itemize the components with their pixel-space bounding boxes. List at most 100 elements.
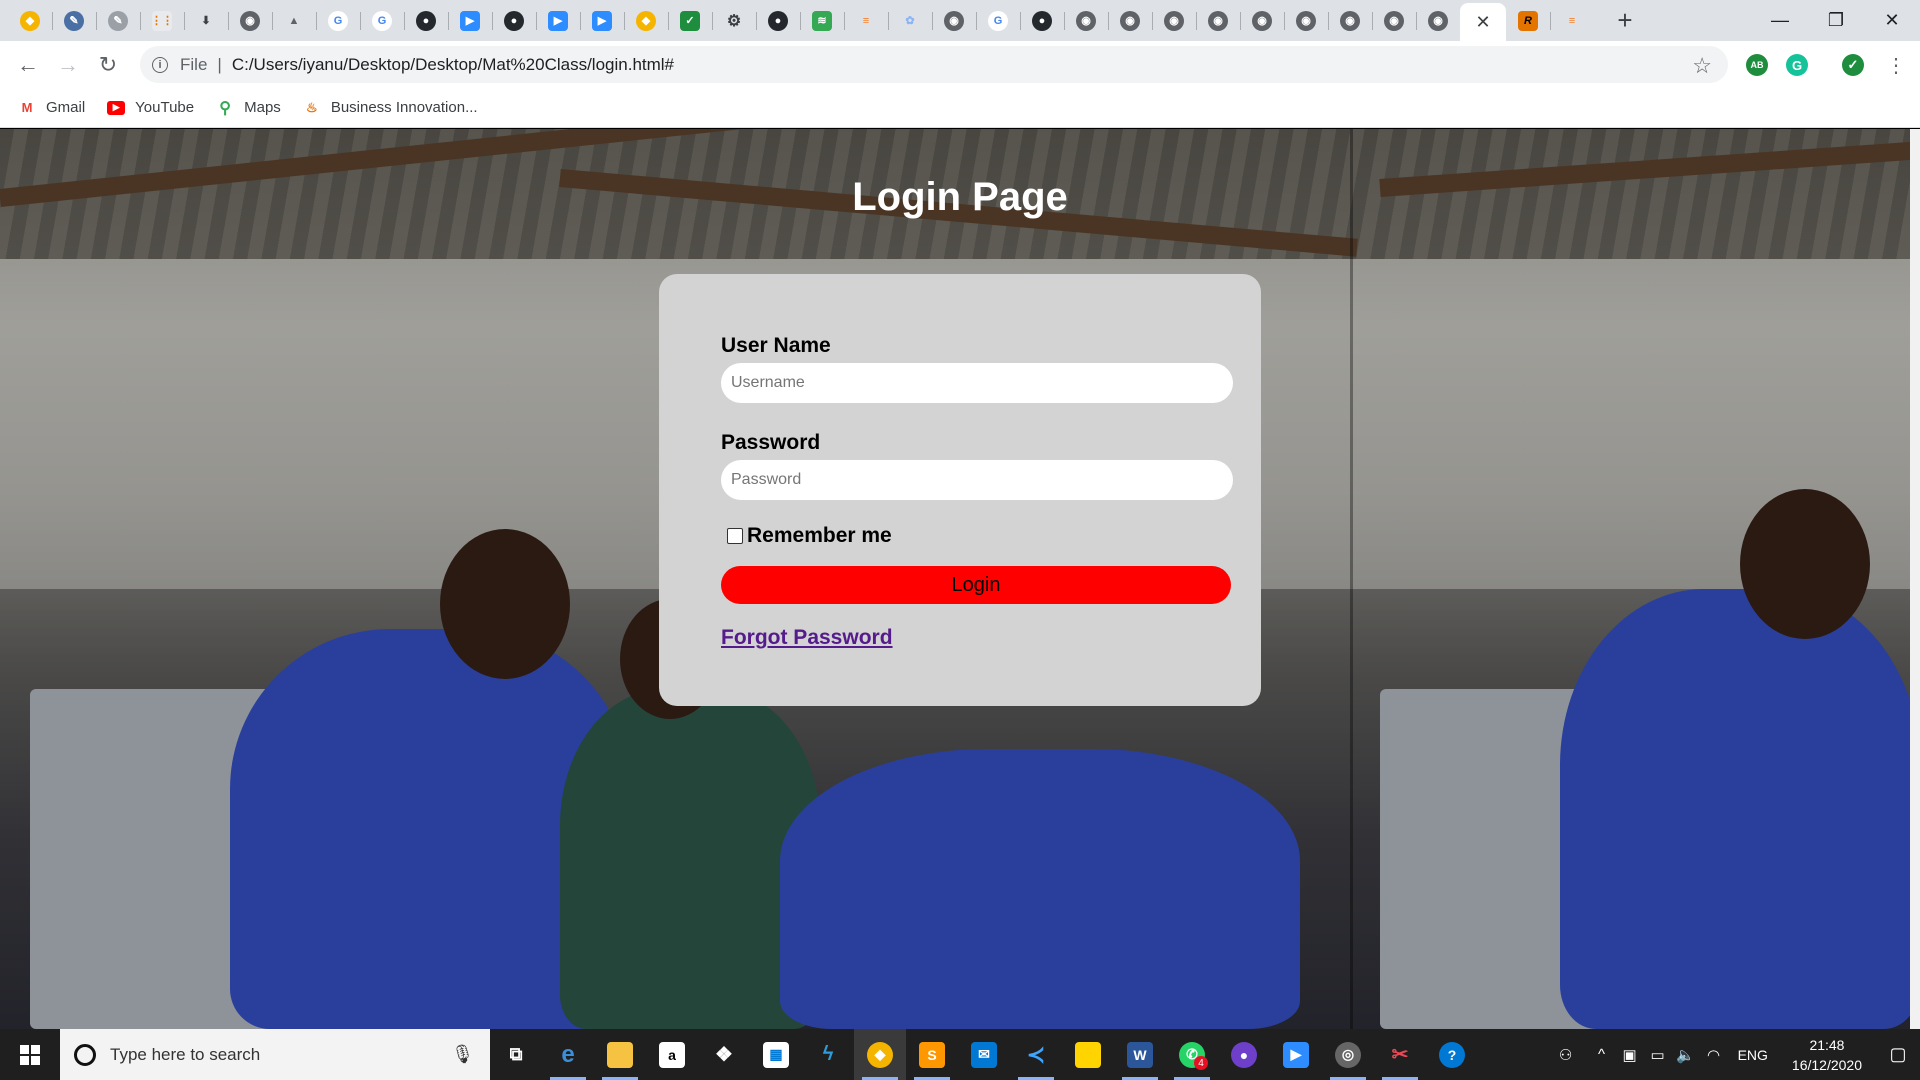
notifications-icon[interactable]: ▢ [1876,1044,1920,1065]
mail-icon[interactable]: ✉ [958,1029,1010,1080]
store-icon[interactable]: ▦ [750,1029,802,1080]
tab[interactable]: ◉ [1372,0,1416,41]
task-view-icon[interactable]: ⧉ [490,1029,542,1080]
battery-icon[interactable]: ▭ [1644,1046,1672,1064]
bookmark-label: YouTube [135,99,195,116]
tab[interactable]: ⬇ [184,0,228,41]
reload-icon[interactable]: ↻ [88,45,128,85]
bookmark-star-icon[interactable]: ☆ [1692,53,1712,79]
wifi-icon[interactable]: ◠ [1700,1046,1728,1064]
address-bar[interactable]: i File | C:/Users/iyanu/Desktop/Desktop/… [140,46,1728,83]
tab[interactable]: G [360,0,404,41]
security-icon[interactable]: ▣ [1616,1046,1644,1064]
page-scrollbar[interactable] [1910,129,1920,1029]
vscode-icon[interactable]: ≺ [1010,1029,1062,1080]
tab[interactable]: ◉ [1328,0,1372,41]
bookmark-youtube[interactable]: ▶ YouTube [107,99,194,116]
forward-icon[interactable]: → [48,45,88,85]
tab[interactable]: ✓ [668,0,712,41]
tab[interactable]: ◉ [1064,0,1108,41]
login-button[interactable]: Login [721,566,1231,604]
username-input[interactable]: Username [721,363,1233,403]
forgot-password-link[interactable]: Forgot Password [721,626,893,650]
tab[interactable]: ● [756,0,800,41]
browser-menu-icon[interactable]: ⋮ [1876,45,1916,85]
people-icon[interactable]: ⚇ [1552,1046,1580,1064]
tab[interactable]: ◉ [1240,0,1284,41]
bookmark-business-innovation[interactable]: ♨ Business Innovation... [303,99,478,116]
tab[interactable]: ◆ [8,0,52,41]
word-icon[interactable]: W [1114,1029,1166,1080]
tab[interactable]: ⋮⋮ [140,0,184,41]
tab[interactable]: ▶ [448,0,492,41]
maximize-button[interactable]: ❐ [1808,0,1864,41]
tab[interactable]: ▲ [272,0,316,41]
adblock-icon[interactable]: AB [1746,54,1768,76]
edge-icon[interactable]: e [542,1029,594,1080]
tab[interactable]: G [976,0,1020,41]
remember-me-label[interactable]: Remember me [747,524,892,548]
tab[interactable]: ✎ [96,0,140,41]
tab[interactable]: ● [492,0,536,41]
password-input[interactable]: Password [721,460,1233,500]
dropbox-icon[interactable]: ❖ [698,1029,750,1080]
grammarly-icon[interactable]: G [1786,54,1808,76]
tab[interactable]: ◉ [228,0,272,41]
zoom-taskbar-icon[interactable]: ▶ [1270,1029,1322,1080]
tab[interactable]: ● [404,0,448,41]
tab[interactable]: ● [1020,0,1064,41]
tab[interactable]: G [316,0,360,41]
powershell-icon[interactable]: ϟ [802,1029,854,1080]
tab[interactable]: ≡ [844,0,888,41]
tab[interactable]: ▶ [580,0,624,41]
back-icon[interactable]: ← [8,45,48,85]
sublime-icon[interactable]: S [906,1029,958,1080]
close-window-button[interactable]: ✕ [1864,0,1920,41]
amazon-glyph-icon: a [659,1041,685,1068]
remember-me-checkbox[interactable] [727,528,743,544]
sticky-notes-icon[interactable] [1062,1029,1114,1080]
tab[interactable]: ◉ [932,0,976,41]
language-indicator[interactable]: ENG [1738,1047,1768,1063]
bookmark-maps[interactable]: ⚲ Maps [216,99,281,117]
tab[interactable]: ✎ [52,0,96,41]
tab[interactable]: ≡ [1550,0,1594,41]
tab[interactable]: ◉ [1152,0,1196,41]
github-desktop-icon[interactable]: ● [1218,1029,1270,1080]
brave-taskbar-icon[interactable]: ◆ [854,1029,906,1080]
tab[interactable]: ▶ [536,0,580,41]
shield-extension-icon[interactable]: ✓ [1842,54,1864,76]
whatsapp-icon[interactable]: ✆ 4 [1166,1029,1218,1080]
media-player-icon[interactable]: ◎ [1322,1029,1374,1080]
tab[interactable]: ◆ [624,0,668,41]
tab[interactable]: ≋ [800,0,844,41]
tab[interactable]: ⚙ [712,0,756,41]
amazon-icon[interactable]: a [646,1029,698,1080]
active-tab[interactable]: ✕ [1460,3,1506,41]
info-icon[interactable]: i [152,56,168,73]
store-glyph-icon: ▦ [763,1041,789,1068]
shield-icon: ✓ [680,10,700,31]
help-icon[interactable]: ? [1426,1029,1478,1080]
tab[interactable]: R [1506,0,1550,41]
drive-icon: ▲ [288,14,300,27]
clock[interactable]: 21:48 16/12/2020 [1792,1035,1862,1075]
tab[interactable]: ◉ [1284,0,1328,41]
volume-icon[interactable]: 🔈 [1672,1046,1700,1064]
google-icon: G [372,10,392,31]
tab[interactable]: ◉ [1196,0,1240,41]
microphone-icon[interactable]: 🎙 [451,1044,474,1065]
chevron-up-icon[interactable]: ^ [1588,1046,1616,1063]
tab[interactable]: ◉ [1416,0,1460,41]
tab[interactable]: ✿ [888,0,932,41]
new-tab-button[interactable]: + [1606,0,1644,41]
start-button[interactable] [0,1029,60,1080]
bookmark-gmail[interactable]: M Gmail [18,99,86,116]
snipping-tool-icon[interactable]: ✂ [1374,1029,1426,1080]
close-tab-icon[interactable]: ✕ [1475,12,1490,33]
file-explorer-icon[interactable] [594,1029,646,1080]
url-text[interactable]: C:/Users/iyanu/Desktop/Desktop/Mat%20Cla… [232,55,674,75]
minimize-button[interactable]: — [1752,0,1808,41]
taskbar-search[interactable]: Type here to search 🎙 [60,1029,490,1080]
tab[interactable]: ◉ [1108,0,1152,41]
